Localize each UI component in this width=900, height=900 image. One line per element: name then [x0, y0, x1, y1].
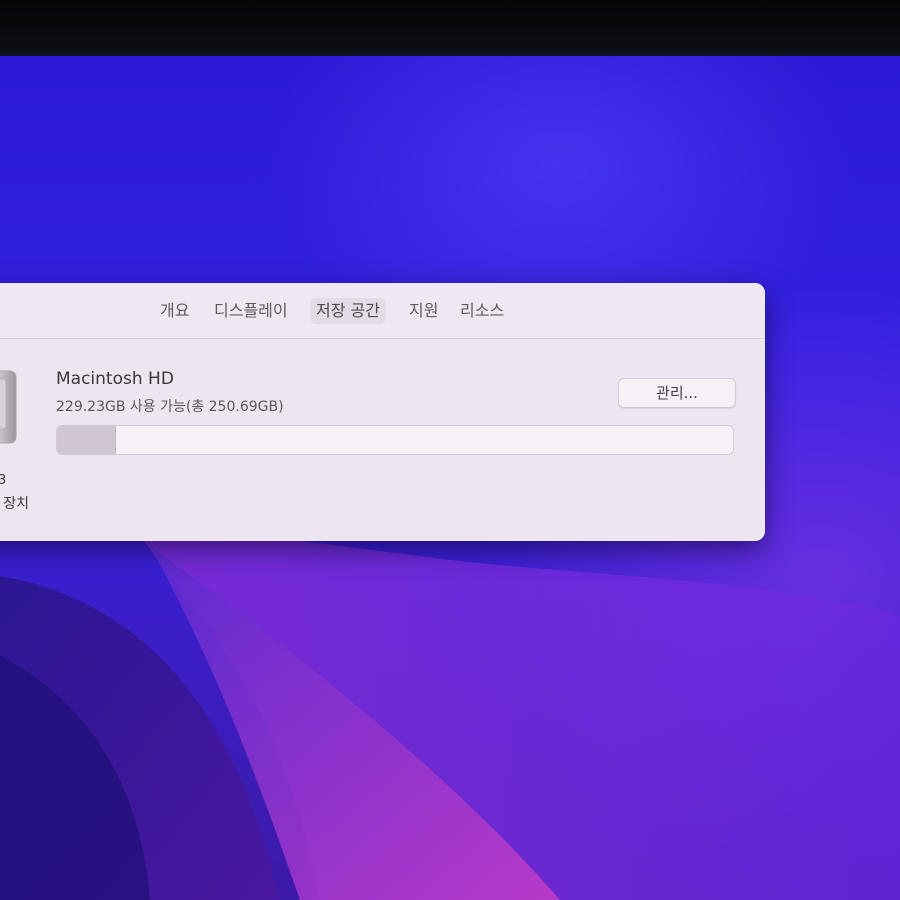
tab-display[interactable]: 디스플레이	[208, 298, 294, 324]
hard-drive-icon	[0, 369, 18, 445]
tab-support[interactable]: 지원	[403, 298, 444, 324]
system-info-window: 개요 디스플레이 저장 공간 지원 리소스 3 ' 장치	[0, 283, 765, 541]
tab-resources[interactable]: 리소스	[454, 298, 510, 324]
volume-name: Macintosh HD	[56, 369, 174, 389]
storage-usage-bar	[56, 425, 734, 455]
manage-button[interactable]: 관리...	[618, 378, 736, 408]
screen: 개요 디스플레이 저장 공간 지원 리소스 3 ' 장치	[0, 0, 900, 900]
device-size-label: 3	[0, 473, 7, 488]
device-type-label: ' 장치	[0, 496, 30, 512]
storage-used-fill	[57, 426, 117, 454]
monitor-bezel	[0, 0, 900, 58]
tab-storage[interactable]: 저장 공간	[310, 298, 386, 324]
tab-overview[interactable]: 개요	[154, 298, 195, 324]
tab-bar: 개요 디스플레이 저장 공간 지원 리소스	[0, 283, 765, 339]
volume-space-text: 229.23GB 사용 가능(총 250.69GB)	[56, 399, 284, 415]
